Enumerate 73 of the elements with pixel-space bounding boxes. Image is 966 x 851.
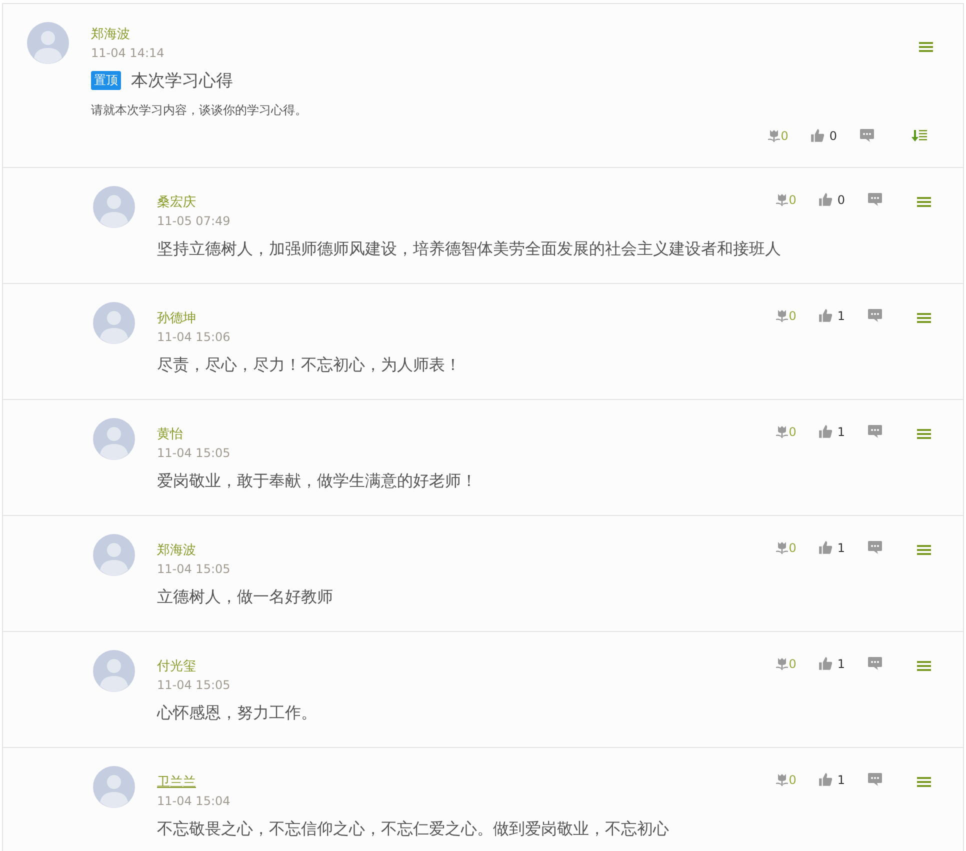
avatar-icon bbox=[93, 534, 135, 576]
flower-button[interactable]: 0 bbox=[766, 128, 788, 142]
comment-icon[interactable] bbox=[867, 424, 883, 439]
comment-icon[interactable] bbox=[867, 308, 883, 323]
author-name[interactable]: 孙德坤 bbox=[157, 311, 196, 326]
avatar-icon bbox=[93, 302, 135, 344]
flower-button[interactable]: 0 bbox=[774, 656, 796, 670]
like-button[interactable]: 1 bbox=[818, 308, 845, 323]
author-name[interactable]: 郑海波 bbox=[91, 27, 130, 43]
like-button[interactable]: 1 bbox=[818, 772, 845, 787]
like-button[interactable]: 1 bbox=[818, 540, 845, 555]
comment-icon[interactable] bbox=[867, 772, 883, 787]
avatar-icon bbox=[93, 186, 135, 228]
thumbs-up-icon bbox=[818, 772, 834, 787]
thumbs-up-icon bbox=[818, 656, 834, 671]
reply-text: 坚持立德树人，加强师德师风建设，培养德智体美劳全面发展的社会主义建设者和接班人 bbox=[157, 239, 781, 260]
avatar-icon bbox=[93, 650, 135, 692]
flower-button[interactable]: 0 bbox=[774, 192, 796, 206]
author-name[interactable]: 郑海波 bbox=[157, 543, 196, 558]
reply-text: 不忘敬畏之心，不忘信仰之心，不忘仁爱之心。做到爱岗敬业，不忘初心 bbox=[157, 819, 669, 840]
avatar-icon bbox=[27, 22, 69, 64]
post-time: 11-04 14:14 bbox=[91, 46, 164, 61]
flower-icon bbox=[766, 128, 781, 142]
sort-icon[interactable] bbox=[911, 129, 927, 142]
post-title: 本次学习心得 bbox=[131, 70, 233, 92]
reply-time: 11-04 15:05 bbox=[157, 562, 230, 577]
menu-icon[interactable] bbox=[917, 776, 931, 786]
comment-icon[interactable] bbox=[859, 128, 875, 143]
author-name[interactable]: 黄怡 bbox=[157, 427, 183, 442]
like-button[interactable]: 1 bbox=[818, 424, 845, 439]
menu-icon[interactable] bbox=[919, 42, 933, 52]
reply-time: 11-04 15:05 bbox=[157, 446, 230, 461]
menu-icon[interactable] bbox=[917, 196, 931, 206]
reply-time: 11-04 15:05 bbox=[157, 678, 230, 693]
flower-button[interactable]: 0 bbox=[774, 424, 796, 438]
flower-icon bbox=[774, 308, 789, 322]
thumbs-up-icon bbox=[818, 424, 834, 439]
menu-icon[interactable] bbox=[917, 428, 931, 438]
reply-text: 心怀感恩，努力工作。 bbox=[157, 703, 317, 724]
flower-icon bbox=[774, 424, 789, 438]
flower-icon bbox=[774, 192, 789, 206]
like-button[interactable]: 1 bbox=[818, 656, 845, 671]
post-body: 请就本次学习内容，谈谈你的学习心得。 bbox=[91, 102, 307, 119]
author-name[interactable]: 桑宏庆 bbox=[157, 195, 196, 210]
flower-icon bbox=[774, 540, 789, 554]
pinned-badge: 置顶 bbox=[91, 71, 121, 90]
reply-time: 11-04 15:06 bbox=[157, 330, 230, 345]
comment-icon[interactable] bbox=[867, 540, 883, 555]
like-button[interactable]: 0 bbox=[810, 128, 837, 143]
author-name[interactable]: 卫兰兰 bbox=[157, 775, 196, 790]
comment-icon[interactable] bbox=[867, 656, 883, 671]
thumbs-up-icon bbox=[810, 128, 826, 143]
reply-time: 11-04 15:04 bbox=[157, 794, 230, 809]
reply-text: 爱岗敬业，敢于奉献，做学生满意的好老师！ bbox=[157, 471, 477, 492]
reply-text: 立德树人，做一名好教师 bbox=[157, 587, 333, 608]
comment-icon[interactable] bbox=[867, 192, 883, 207]
flower-icon bbox=[774, 656, 789, 670]
reply-text: 尽责，尽心，尽力！不忘初心，为人师表！ bbox=[157, 355, 461, 376]
menu-icon[interactable] bbox=[917, 544, 931, 554]
flower-button[interactable]: 0 bbox=[774, 540, 796, 554]
thumbs-up-icon bbox=[818, 308, 834, 323]
author-name[interactable]: 付光玺 bbox=[157, 659, 196, 674]
menu-icon[interactable] bbox=[917, 660, 931, 670]
thumbs-up-icon bbox=[818, 540, 834, 555]
thumbs-up-icon bbox=[818, 192, 834, 207]
flower-icon bbox=[774, 772, 789, 786]
flower-button[interactable]: 0 bbox=[774, 308, 796, 322]
like-button[interactable]: 0 bbox=[818, 192, 845, 207]
menu-icon[interactable] bbox=[917, 312, 931, 322]
avatar-icon bbox=[93, 418, 135, 460]
avatar-icon bbox=[93, 766, 135, 808]
flower-button[interactable]: 0 bbox=[774, 772, 796, 786]
reply-time: 11-05 07:49 bbox=[157, 214, 230, 229]
